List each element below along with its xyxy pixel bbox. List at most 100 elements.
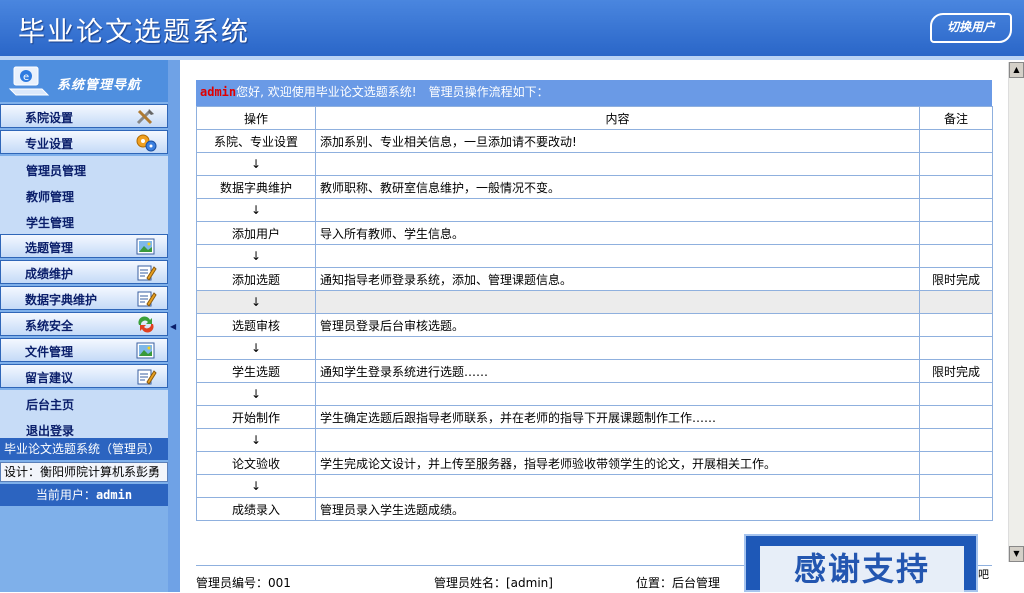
cell-content: 添加系别、专业相关信息，一旦添加请不要改动! xyxy=(315,129,920,153)
edit-icon xyxy=(135,263,157,282)
sidebar: e 系统管理导航 系院设置专业设置管理员管理教师管理学生管理选题管理成绩维护数据… xyxy=(0,60,168,592)
nav-header: e 系统管理导航 xyxy=(0,60,168,102)
cell-operation: 学生选题 xyxy=(196,359,316,383)
sidebar-item-label: 系统安全 xyxy=(25,319,74,333)
collapse-arrow-icon: ◀ xyxy=(170,322,177,331)
cell-note: 限时完成 xyxy=(919,359,993,383)
sidebar-item[interactable]: 数据字典维护 xyxy=(0,286,168,310)
welcome-bar: admin您好, 欢迎使用毕业论文选题系统! 管理员操作流程如下： xyxy=(196,80,992,108)
scroll-up-icon[interactable]: ▲ xyxy=(1009,62,1024,78)
picture-icon xyxy=(135,237,157,256)
cell-operation: ↓ xyxy=(196,336,316,360)
sidebar-item[interactable]: 学生管理 xyxy=(0,208,168,234)
cell-note xyxy=(919,451,993,475)
table-row: ↓ xyxy=(196,428,993,452)
sidebar-item-label: 选题管理 xyxy=(25,241,74,255)
sidebar-item[interactable]: 成绩维护 xyxy=(0,260,168,284)
cell-note xyxy=(919,198,993,222)
cell-note xyxy=(919,175,993,199)
cell-content: 通知学生登录系统进行选题…… xyxy=(315,359,920,383)
scroll-down-icon[interactable]: ▼ xyxy=(1009,546,1024,562)
main-content: admin您好, 欢迎使用毕业论文选题系统! 管理员操作流程如下： 操作 内容 … xyxy=(180,60,1008,592)
cell-note xyxy=(919,244,993,268)
process-table: 操作 内容 备注 系院、专业设置 添加系别、专业相关信息，一旦添加请不要改动! ↓ 数… xyxy=(196,106,993,521)
current-user: 当前用户：admin xyxy=(0,484,168,506)
sidebar-item-label: 专业设置 xyxy=(25,137,74,151)
cell-operation: 论文验收 xyxy=(196,451,316,475)
cell-operation: 系院、专业设置 xyxy=(196,129,316,153)
cell-operation: ↓ xyxy=(196,244,316,268)
table-row: 论文验收 学生完成论文设计，并上传至服务器，指导老师验收带领学生的论文，开展相关工… xyxy=(196,451,993,475)
sidebar-item[interactable]: 教师管理 xyxy=(0,182,168,208)
cell-content: 通知指导老师登录系统，添加、管理课题信息。 xyxy=(315,267,920,291)
sidebar-item[interactable]: 专业设置 xyxy=(0,130,168,154)
cell-note: 限时完成 xyxy=(919,267,993,291)
sidebar-item[interactable]: 系统安全 xyxy=(0,312,168,336)
sidebar-item[interactable]: 系院设置 xyxy=(0,104,168,128)
cell-operation: ↓ xyxy=(196,152,316,176)
cell-note xyxy=(919,405,993,429)
cell-operation: 添加用户 xyxy=(196,221,316,245)
cell-content: 管理员录入学生选题成绩。 xyxy=(315,497,920,521)
thanks-text: 感谢支持 xyxy=(760,546,964,592)
sidebar-collapse-toggle[interactable]: ◀ xyxy=(168,60,180,592)
thanks-banner: 感谢支持 xyxy=(744,534,978,592)
cell-operation: ↓ xyxy=(196,428,316,452)
table-row: 选题审核 管理员登录后台审核选题。 xyxy=(196,313,993,337)
sidebar-item[interactable]: 选题管理 xyxy=(0,234,168,258)
column-header-content: 内容 xyxy=(315,106,920,130)
app-title: 毕业论文选题系统 xyxy=(18,17,250,48)
cell-content: 学生完成论文设计，并上传至服务器，指导老师验收带领学生的论文，开展相关工作。 xyxy=(315,451,920,475)
table-row: ↓ xyxy=(196,382,993,406)
sidebar-item-label: 学生管理 xyxy=(26,216,75,230)
cell-note xyxy=(919,497,993,521)
cell-note xyxy=(919,428,993,452)
cell-operation: 开始制作 xyxy=(196,405,316,429)
cell-operation: ↓ xyxy=(196,474,316,498)
sidebar-item-label: 成绩维护 xyxy=(25,267,74,281)
footer-location: 位置：后台管理 xyxy=(636,576,721,590)
cell-content: 学生确定选题后跟指导老师联系，并在老师的指导下开展课题制作工作…… xyxy=(315,405,920,429)
system-info: 毕业论文选题系统（管理员） 设计：衡阳师院计算机系彭勇 当前用户：admin xyxy=(0,438,168,506)
table-row: 开始制作 学生确定选题后跟指导老师联系，并在老师的指导下开展课题制作工作…… xyxy=(196,405,993,429)
scrollbar[interactable]: ▲ ▼ xyxy=(1008,62,1024,562)
picture-icon xyxy=(135,341,157,360)
cell-content: 管理员登录后台审核选题。 xyxy=(315,313,920,337)
sidebar-item-label: 文件管理 xyxy=(25,345,74,359)
sidebar-item-label: 后台主页 xyxy=(26,398,75,412)
cell-operation: ↓ xyxy=(196,290,316,314)
cell-note xyxy=(919,474,993,498)
table-row: 添加选题 通知指导老师登录系统，添加、管理课题信息。 限时完成 xyxy=(196,267,993,291)
edge-text: 吧 xyxy=(978,568,989,581)
cell-content xyxy=(315,336,920,360)
cell-operation: 数据字典维护 xyxy=(196,175,316,199)
cell-note xyxy=(919,336,993,360)
switch-user-button[interactable]: 切换用户 xyxy=(930,13,1012,43)
cell-note xyxy=(919,290,993,314)
footer-admin-id: 管理员编号：001 xyxy=(196,576,291,590)
cell-content xyxy=(315,152,920,176)
table-header-row: 操作 内容 备注 xyxy=(196,106,993,130)
sidebar-item-label: 退出登录 xyxy=(26,424,75,438)
cell-note xyxy=(919,221,993,245)
cell-operation: 成绩录入 xyxy=(196,497,316,521)
system-name: 毕业论文选题系统（管理员） xyxy=(0,438,168,460)
svg-text:e: e xyxy=(23,72,29,83)
cell-note xyxy=(919,152,993,176)
sidebar-item[interactable]: 管理员管理 xyxy=(0,156,168,182)
cell-content xyxy=(315,382,920,406)
column-header-note: 备注 xyxy=(919,106,993,130)
cell-note xyxy=(919,313,993,337)
cell-content: 导入所有教师、学生信息。 xyxy=(315,221,920,245)
sidebar-item[interactable]: 文件管理 xyxy=(0,338,168,362)
sidebar-item[interactable]: 后台主页 xyxy=(0,390,168,416)
table-row: 系院、专业设置 添加系别、专业相关信息，一旦添加请不要改动! xyxy=(196,129,993,153)
sidebar-item-label: 管理员管理 xyxy=(26,164,87,178)
cell-content xyxy=(315,474,920,498)
table-row: ↓ xyxy=(196,198,993,222)
column-header-operation: 操作 xyxy=(196,106,316,130)
nav-list: 系院设置专业设置管理员管理教师管理学生管理选题管理成绩维护数据字典维护系统安全文… xyxy=(0,104,168,442)
sidebar-item[interactable]: 留言建议 xyxy=(0,364,168,388)
sidebar-item-label: 留言建议 xyxy=(25,371,74,385)
table-row: ↓ xyxy=(196,244,993,268)
